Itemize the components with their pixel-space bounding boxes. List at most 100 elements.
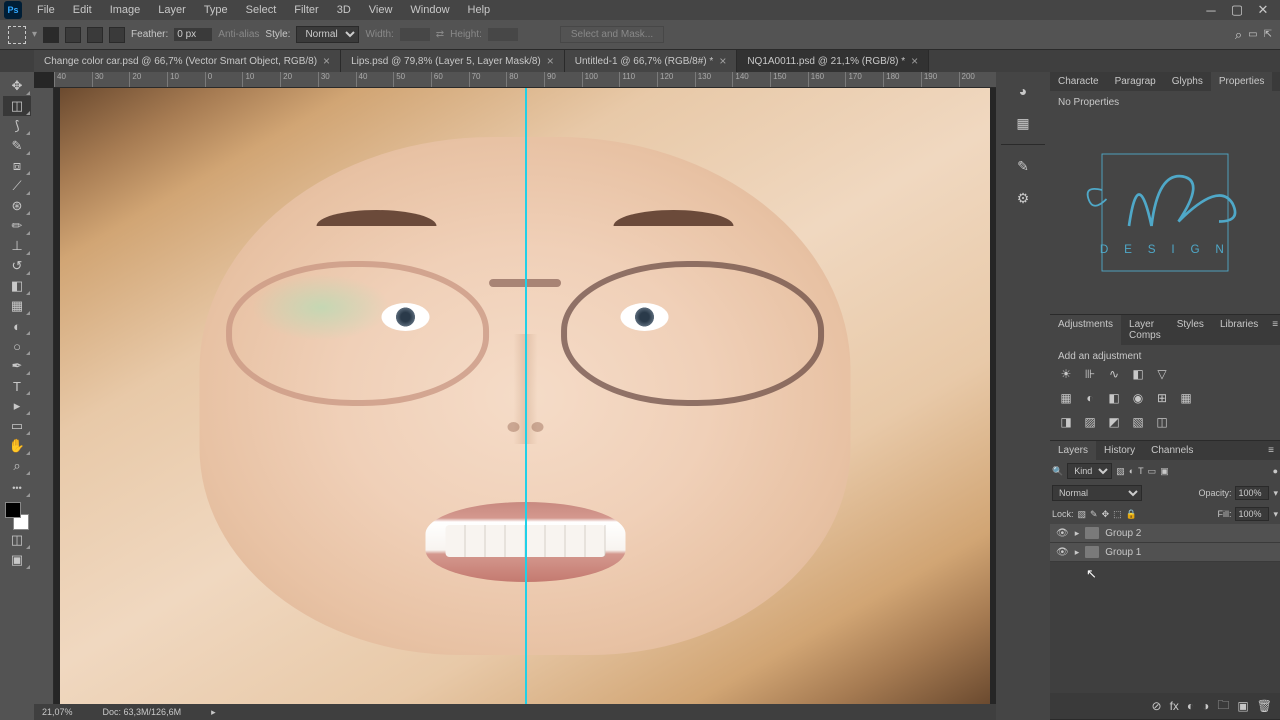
layer-name[interactable]: Group 2	[1105, 528, 1141, 539]
menu-image[interactable]: Image	[101, 1, 150, 19]
feather-input[interactable]	[174, 28, 212, 41]
canvas[interactable]	[54, 88, 996, 704]
swatches-panel-icon[interactable]: ▦	[1012, 112, 1034, 134]
curves-icon[interactable]: ∿	[1106, 366, 1122, 382]
opacity-input[interactable]	[1235, 486, 1269, 500]
menu-view[interactable]: View	[360, 1, 402, 19]
vibrance-icon[interactable]: ▽	[1154, 366, 1170, 382]
selection-mode-new[interactable]	[43, 27, 59, 43]
tab-character[interactable]: Characte	[1050, 72, 1107, 91]
selective-color-icon[interactable]: ◫	[1154, 414, 1170, 430]
brightness-icon[interactable]: ☀	[1058, 366, 1074, 382]
visibility-toggle[interactable]: 👁	[1056, 547, 1069, 558]
color-panel-icon[interactable]: ◕	[1012, 80, 1034, 102]
eyedropper-tool[interactable]: ⟋	[3, 176, 31, 196]
menu-3d[interactable]: 3D	[328, 1, 360, 19]
tab-adjustments[interactable]: Adjustments	[1050, 315, 1121, 345]
invert-icon[interactable]: ◨	[1058, 414, 1074, 430]
photo-filter-icon[interactable]: ◉	[1130, 390, 1146, 406]
layer-name[interactable]: Group 1	[1105, 547, 1141, 558]
close-tab-icon[interactable]: ×	[911, 54, 918, 68]
share-icon[interactable]: ▭	[1248, 29, 1257, 40]
selection-mode-add[interactable]	[65, 27, 81, 43]
screen-mode-tool[interactable]: ◫	[3, 530, 31, 550]
menu-type[interactable]: Type	[195, 1, 237, 19]
gradient-tool[interactable]: ▦	[3, 296, 31, 316]
lock-artboard-icon[interactable]: ⬚	[1113, 509, 1122, 520]
panel-menu-icon[interactable]: ≡	[1266, 315, 1280, 345]
levels-icon[interactable]: ⊪	[1082, 366, 1098, 382]
lock-position-icon[interactable]: ✥	[1102, 509, 1110, 520]
filter-adj-icon[interactable]: ◐	[1129, 466, 1134, 476]
tab-styles[interactable]: Styles	[1169, 315, 1212, 345]
zoom-tool[interactable]: ⌕	[3, 456, 31, 476]
minimize-button[interactable]: ─	[1198, 0, 1224, 20]
lock-transparency-icon[interactable]: ▧	[1078, 509, 1087, 520]
tab-actions[interactable]: Actions	[1272, 72, 1280, 91]
tab-history[interactable]: History	[1096, 441, 1143, 460]
crop-tool[interactable]: ⧈	[3, 156, 31, 176]
doc-size[interactable]: Doc: 63,3M/126,6M	[103, 707, 182, 717]
link-layers-icon[interactable]: ⊘	[1152, 699, 1162, 713]
path-select-tool[interactable]: ▸	[3, 396, 31, 416]
vertical-guide[interactable]	[525, 88, 527, 704]
brush-tool[interactable]: ✏	[3, 216, 31, 236]
select-and-mask-button[interactable]: Select and Mask...	[560, 26, 664, 43]
hand-tool[interactable]: ✋	[3, 436, 31, 456]
lasso-tool[interactable]: ⟆	[3, 116, 31, 136]
gradient-map-icon[interactable]: ▧	[1130, 414, 1146, 430]
style-select[interactable]: Normal	[296, 26, 359, 43]
tab-layers[interactable]: Layers	[1050, 441, 1096, 460]
move-tool[interactable]: ✥	[3, 76, 31, 96]
filter-smart-icon[interactable]: ▣	[1160, 466, 1169, 477]
dodge-tool[interactable]: ○	[3, 336, 31, 356]
edit-toolbar[interactable]: •••	[3, 478, 31, 498]
maximize-button[interactable]: ▢	[1224, 0, 1250, 20]
close-tab-icon[interactable]: ×	[719, 54, 726, 68]
layer-mask-icon[interactable]: ◐	[1187, 699, 1194, 713]
stamp-tool[interactable]: ⊥	[3, 236, 31, 256]
doc-tab-1[interactable]: Change color car.psd @ 66,7% (Vector Sma…	[34, 50, 341, 72]
tab-layer-comps[interactable]: Layer Comps	[1121, 315, 1169, 345]
menu-edit[interactable]: Edit	[64, 1, 101, 19]
ruler-horizontal[interactable]: 4030201001020304050607080901001101201301…	[54, 72, 996, 88]
visibility-toggle[interactable]: 👁	[1056, 528, 1069, 539]
arrange-icon[interactable]: ⇱	[1264, 29, 1272, 40]
settings-panel-icon[interactable]: ⚙	[1012, 187, 1034, 209]
fill-input[interactable]	[1235, 507, 1269, 521]
zoom-level[interactable]: 21,07%	[42, 707, 73, 717]
filter-pixel-icon[interactable]: ▧	[1116, 466, 1125, 477]
close-button[interactable]: ✕	[1250, 0, 1276, 20]
menu-window[interactable]: Window	[401, 1, 458, 19]
doc-tab-3[interactable]: Untitled-1 @ 66,7% (RGB/8#) *×	[565, 50, 738, 72]
layer-fx-icon[interactable]: fx	[1170, 699, 1179, 713]
menu-help[interactable]: Help	[459, 1, 500, 19]
marquee-tool[interactable]: ◫	[3, 96, 31, 116]
color-lookup-icon[interactable]: ▦	[1178, 390, 1194, 406]
channel-mixer-icon[interactable]: ⊞	[1154, 390, 1170, 406]
doc-tab-4[interactable]: NQ1A0011.psd @ 21,1% (RGB/8) *×	[737, 50, 929, 72]
posterize-icon[interactable]: ▨	[1082, 414, 1098, 430]
panel-menu-icon[interactable]: ≡	[1262, 441, 1280, 460]
type-tool[interactable]: T	[3, 376, 31, 396]
threshold-icon[interactable]: ◩	[1106, 414, 1122, 430]
quick-mask-tool[interactable]: ▣	[3, 550, 31, 570]
filter-shape-icon[interactable]: ▭	[1148, 466, 1157, 477]
expand-icon[interactable]: ▸	[1075, 528, 1080, 539]
brushes-panel-icon[interactable]: ✎	[1012, 155, 1034, 177]
quick-select-tool[interactable]: ✎	[3, 136, 31, 156]
tab-glyphs[interactable]: Glyphs	[1164, 72, 1211, 91]
eraser-tool[interactable]: ◧	[3, 276, 31, 296]
layer-item[interactable]: 👁 ▸ Group 2	[1050, 524, 1280, 543]
filter-toggle[interactable]: ●	[1273, 466, 1278, 476]
new-group-icon[interactable]: 🗀	[1217, 696, 1229, 717]
history-brush-tool[interactable]: ↺	[3, 256, 31, 276]
delete-layer-icon[interactable]: 🗑	[1257, 699, 1272, 713]
ruler-vertical[interactable]	[34, 88, 54, 720]
shape-tool[interactable]: ▭	[3, 416, 31, 436]
exposure-icon[interactable]: ◧	[1130, 366, 1146, 382]
pen-tool[interactable]: ✒	[3, 356, 31, 376]
filter-type-icon[interactable]: T	[1138, 466, 1144, 476]
close-tab-icon[interactable]: ×	[547, 54, 554, 68]
selection-mode-intersect[interactable]	[109, 27, 125, 43]
